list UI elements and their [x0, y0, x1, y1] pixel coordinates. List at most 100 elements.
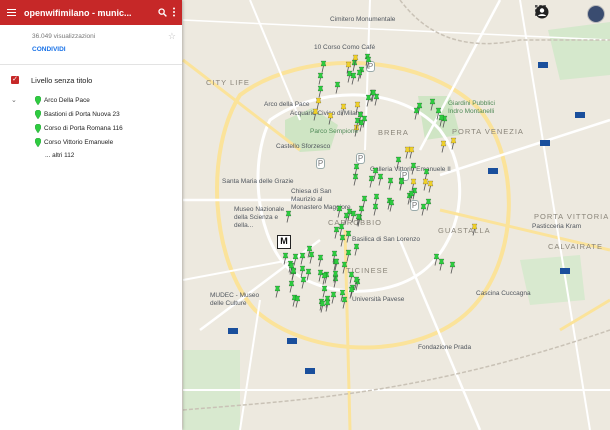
label-como: 10 Corso Como Café [314, 44, 376, 51]
map-title[interactable]: openwifimilano - munic... [24, 8, 158, 18]
chevron-down-icon[interactable]: ⌄ [11, 96, 17, 104]
green-pushpin-icon[interactable] [371, 203, 380, 216]
yellow-pushpin-icon[interactable] [439, 140, 448, 153]
yellow-pushpin-icon[interactable] [351, 54, 360, 67]
green-pushpin-icon[interactable] [407, 190, 416, 203]
panel-header: openwifimilano - munic... [0, 0, 182, 25]
green-pushpin-icon[interactable] [352, 243, 361, 256]
green-pin-icon [35, 137, 41, 147]
label-mudec: MUDEC - Museo delle Culture [210, 292, 260, 307]
account-circle-icon[interactable] [535, 5, 579, 23]
green-pushpin-icon[interactable] [387, 199, 396, 212]
green-pushpin-icon[interactable] [352, 276, 361, 289]
label-cimitero: Cimitero Monumentale [330, 16, 396, 23]
green-pushpin-icon[interactable] [316, 254, 325, 267]
green-pushpin-icon[interactable] [331, 270, 340, 283]
layer-title[interactable]: Livello senza titolo [31, 76, 92, 85]
green-pushpin-icon[interactable] [320, 272, 329, 285]
yellow-pushpin-icon[interactable] [449, 137, 458, 150]
green-pushpin-icon[interactable] [333, 81, 342, 94]
green-pushpin-icon[interactable] [409, 162, 418, 175]
green-pushpin-icon[interactable] [432, 253, 441, 266]
user-avatar[interactable] [587, 5, 605, 23]
list-item-label: Corso di Porta Romana 116 [44, 124, 123, 132]
green-pushpin-icon[interactable] [293, 295, 302, 308]
label-giardini: Giardini Pubblici Indro Montanelli [448, 100, 495, 115]
label-sempione: Parco Sempione [310, 128, 359, 135]
layer-header[interactable]: ✓ Livello senza titolo [0, 65, 182, 91]
green-pushpin-icon[interactable] [344, 230, 353, 243]
more-items-link[interactable]: ... altri 112 [0, 149, 182, 159]
green-pushpin-icon[interactable] [437, 114, 446, 127]
green-pushpin-icon[interactable] [305, 245, 314, 258]
label-calvairate: CALVAIRATE [548, 242, 604, 251]
list-item[interactable]: Bastioni di Porta Nuova 23 [0, 107, 182, 121]
green-pin-icon [35, 123, 41, 133]
green-pushpin-icon[interactable] [412, 107, 421, 120]
yellow-pushpin-icon[interactable] [326, 112, 335, 125]
green-pushpin-icon[interactable] [397, 178, 406, 191]
label-guastalla: GUASTALLA [438, 226, 491, 235]
yellow-pushpin-icon[interactable] [339, 103, 348, 116]
list-item[interactable]: Corso Vittorio Emanuele [0, 135, 182, 149]
poi-marker[interactable]: P [316, 158, 325, 169]
star-icon[interactable]: ☆ [168, 31, 176, 42]
green-pushpin-icon[interactable] [386, 177, 395, 190]
share-link[interactable]: CONDIVIDI [0, 43, 182, 58]
label-pasticceria: Pasticceria Kram [532, 223, 582, 230]
green-pushpin-icon[interactable] [428, 98, 437, 111]
label-santa-maria: Santa Maria delle Grazie [222, 178, 294, 185]
green-pushpin-icon[interactable] [360, 115, 369, 128]
yellow-pushpin-icon[interactable] [470, 223, 479, 236]
label-porta-venezia: PORTA VENEZIA [452, 127, 524, 136]
label-san-lorenzo: Basilica di San Lorenzo [352, 236, 420, 243]
green-pushpin-icon[interactable] [394, 156, 403, 169]
yellow-pushpin-icon[interactable] [403, 146, 412, 159]
yellow-pushpin-icon[interactable] [421, 178, 430, 191]
map-side-panel: openwifimilano - munic... 36.049 visuali… [0, 0, 182, 430]
green-pushpin-icon[interactable] [448, 261, 457, 274]
green-pushpin-icon[interactable] [376, 173, 385, 186]
metro-station-icon[interactable]: M [277, 235, 291, 249]
green-pushpin-icon[interactable] [273, 285, 282, 298]
green-pushpin-icon[interactable] [424, 198, 433, 211]
green-pushpin-icon[interactable] [320, 285, 329, 298]
label-castello: Castello Sforzesco [276, 143, 331, 150]
green-pushpin-icon[interactable] [369, 89, 378, 102]
layer-items: ⌄ Arco Della Pace Bastioni di Porta Nuov… [0, 93, 182, 159]
views-count: 36.049 visualizzazioni ☆ [0, 25, 182, 43]
search-icon[interactable] [158, 4, 167, 22]
label-porta-vittoria: PORTA VITTORIA [534, 212, 610, 221]
green-pushpin-icon[interactable] [299, 276, 308, 289]
list-item-label: Arco Della Pace [44, 96, 90, 104]
label-brera: BRERA [378, 128, 409, 137]
menu-icon[interactable] [1, 0, 21, 25]
green-pushpin-icon[interactable] [332, 258, 341, 271]
green-pushpin-icon[interactable] [352, 163, 361, 176]
green-pushpin-icon[interactable] [338, 289, 347, 302]
yellow-pushpin-icon[interactable] [409, 178, 418, 191]
label-pavese: Università Pavese [352, 296, 405, 303]
list-item[interactable]: Corso di Porta Romana 116 [0, 121, 182, 135]
green-pushpin-icon[interactable] [342, 212, 351, 225]
green-pushpin-icon[interactable] [355, 69, 364, 82]
label-city-life: CITY LIFE [206, 78, 250, 87]
green-pushpin-icon[interactable] [367, 175, 376, 188]
green-pin-icon [35, 109, 41, 119]
list-item-label: Corso Vittorio Emanuele [44, 138, 114, 146]
green-pushpin-icon[interactable] [289, 267, 298, 280]
label-fondazione-prada: Fondazione Prada [418, 344, 472, 351]
list-item[interactable]: ⌄ Arco Della Pace [0, 93, 182, 107]
green-pushpin-icon[interactable] [329, 291, 338, 304]
green-pushpin-icon[interactable] [284, 210, 293, 223]
layer-checkbox[interactable]: ✓ [11, 76, 19, 84]
label-arco-pace: Arco della Pace [264, 101, 310, 108]
green-pushpin-icon[interactable] [364, 56, 373, 69]
green-pushpin-icon[interactable] [318, 300, 327, 313]
green-pushpin-icon[interactable] [360, 195, 369, 208]
more-vert-icon[interactable] [172, 4, 176, 22]
green-pushpin-icon[interactable] [287, 280, 296, 293]
list-item-label: Bastioni di Porta Nuova 23 [44, 110, 120, 118]
green-pushpin-icon[interactable] [316, 72, 325, 85]
yellow-pushpin-icon[interactable] [311, 108, 320, 121]
